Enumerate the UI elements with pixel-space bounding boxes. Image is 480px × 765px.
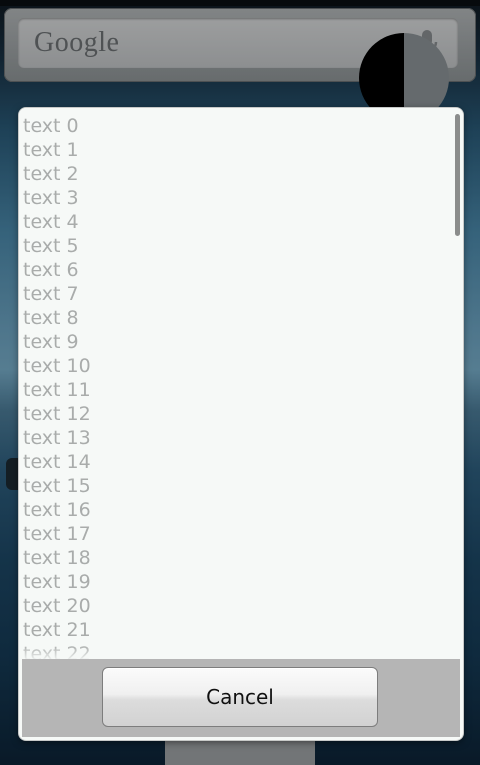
text-list: text 0 text 1 text 2 text 3 text 4 text 5 text… bbox=[19, 108, 463, 659]
list-item[interactable]: text 8 bbox=[23, 306, 463, 330]
list-item[interactable]: text 16 bbox=[23, 498, 463, 522]
list-item[interactable]: text 1 bbox=[23, 138, 463, 162]
list-item[interactable]: text 2 bbox=[23, 162, 463, 186]
list-item[interactable]: text 14 bbox=[23, 450, 463, 474]
list-item[interactable]: text 19 bbox=[23, 570, 463, 594]
list-item[interactable]: text 22 bbox=[23, 642, 463, 659]
list-item[interactable]: text 4 bbox=[23, 210, 463, 234]
list-item[interactable]: text 7 bbox=[23, 282, 463, 306]
list-item[interactable]: text 11 bbox=[23, 378, 463, 402]
list-item[interactable]: text 6 bbox=[23, 258, 463, 282]
dialog-button-bar: Cancel bbox=[22, 659, 460, 737]
list-item[interactable]: text 9 bbox=[23, 330, 463, 354]
list-item[interactable]: text 17 bbox=[23, 522, 463, 546]
cancel-button[interactable]: Cancel bbox=[102, 667, 378, 727]
scrollbar-thumb[interactable] bbox=[455, 114, 460, 236]
list-item[interactable]: text 5 bbox=[23, 234, 463, 258]
list-item[interactable]: text 10 bbox=[23, 354, 463, 378]
list-item[interactable]: text 20 bbox=[23, 594, 463, 618]
list-item[interactable]: text 21 bbox=[23, 618, 463, 642]
list-dialog: text 0 text 1 text 2 text 3 text 4 text 5 text… bbox=[19, 108, 463, 740]
text-list-view[interactable]: text 0 text 1 text 2 text 3 text 4 text 5 text… bbox=[19, 108, 463, 659]
list-item[interactable]: text 3 bbox=[23, 186, 463, 210]
list-item[interactable]: text 0 bbox=[23, 114, 463, 138]
list-item[interactable]: text 12 bbox=[23, 402, 463, 426]
list-item[interactable]: text 13 bbox=[23, 426, 463, 450]
list-item[interactable]: text 15 bbox=[23, 474, 463, 498]
list-item[interactable]: text 18 bbox=[23, 546, 463, 570]
